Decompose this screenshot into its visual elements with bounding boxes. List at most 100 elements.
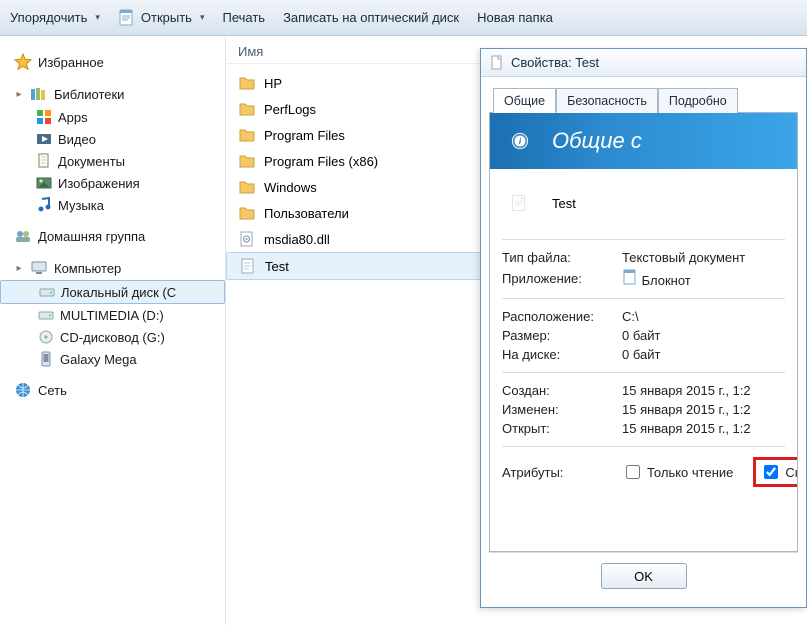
property-row: Размер: 0 байт [502,326,785,345]
drive-d-label: MULTIMEDIA (D:) [60,308,164,323]
tab-general[interactable]: Общие [493,88,556,113]
property-value: 15 января 2015 г., 1:2 [622,402,751,417]
sidebar-item-favorites[interactable]: Избранное [0,50,225,74]
ok-button[interactable]: OK [601,563,687,589]
sidebar-item-homegroup[interactable]: Домашняя группа [0,224,225,248]
sidebar-item-galaxy-mega[interactable]: Galaxy Mega [0,348,225,370]
property-value: Блокнот [622,269,691,288]
tab-strip: Общие Безопасность Подробно [493,87,798,112]
sidebar-item-local-disk-c[interactable]: Локальный диск (C [0,280,225,304]
phone-icon [38,351,54,367]
sidebar-item-apps[interactable]: Apps [0,106,225,128]
sidebar-item-computer[interactable]: ▸ Компьютер [0,256,225,280]
network-label: Сеть [38,383,67,398]
open-button[interactable]: Открыть [118,9,205,27]
sidebar-item-pictures[interactable]: Изображения [0,172,225,194]
cd-icon [38,329,54,345]
expand-icon[interactable]: ▸ [14,263,24,274]
property-value: 15 января 2015 г., 1:2 [622,421,751,436]
notepad-icon [622,269,638,285]
favorites-label: Избранное [38,55,104,70]
attributes-label: Атрибуты: [502,465,612,480]
sidebar-item-network[interactable]: Сеть [0,378,225,402]
file-name: Пользователи [264,206,349,221]
dll-icon [238,230,256,248]
galaxy-label: Galaxy Mega [60,352,137,367]
documents-icon [36,153,52,169]
burn-button[interactable]: Записать на оптический диск [283,10,459,25]
open-label: Открыть [141,10,192,25]
property-row: Тип файла: Текстовый документ [502,248,785,267]
file-name: HP [264,76,282,91]
folder-icon [238,126,256,144]
filename-input[interactable] [550,195,785,212]
explorer-toolbar: Упорядочить Открыть Печать Записать на о… [0,0,807,36]
dialog-titlebar[interactable]: Свойства: Test [481,49,806,77]
pictures-label: Изображения [58,176,140,191]
property-key: На диске: [502,347,612,362]
libraries-icon [30,85,48,103]
burn-label: Записать на оптический диск [283,10,459,25]
property-value: 0 байт [622,328,660,343]
file-name: msdia80.dll [264,232,330,247]
folder-icon [238,178,256,196]
drive-g-label: CD-дисковод (G:) [60,330,165,345]
hidden-checkbox[interactable]: Скр [760,462,798,482]
property-key: Приложение: [502,271,612,286]
music-label: Музыка [58,198,104,213]
property-key: Размер: [502,328,612,343]
info-icon: i [500,121,540,161]
property-row: Открыт:15 января 2015 г., 1:2 [502,419,785,438]
property-key: Тип файла: [502,250,612,265]
folder-icon [238,74,256,92]
property-row: Приложение: Блокнот [502,267,785,290]
sidebar-item-music[interactable]: Музыка [0,194,225,216]
property-row: На диске: 0 байт [502,345,785,364]
folder-icon [238,204,256,222]
properties-dialog: Свойства: Test Общие Безопасность Подроб… [480,48,807,608]
dialog-title: Свойства: Test [511,55,599,70]
readonly-label: Только чтение [647,465,733,480]
print-button[interactable]: Печать [222,10,265,25]
folder-icon [238,100,256,118]
file-name: Windows [264,180,317,195]
nav-tree: Избранное ▸ Библиотеки Apps Видео Докуме… [0,36,226,625]
apps-icon [36,109,52,125]
property-key: Расположение: [502,309,612,324]
property-value: 15 января 2015 г., 1:2 [622,383,751,398]
sidebar-item-cdrom-g[interactable]: CD-дисковод (G:) [0,326,225,348]
newfolder-label: Новая папка [477,10,553,25]
sidebar-item-multimedia-d[interactable]: MULTIMEDIA (D:) [0,304,225,326]
property-row: Создан:15 января 2015 г., 1:2 [502,381,785,400]
txt-large-icon [502,183,536,223]
organize-label: Упорядочить [10,10,87,25]
file-name: PerfLogs [264,102,316,117]
expand-icon[interactable]: ▸ [14,89,24,100]
highlight-box: Скр [753,457,798,487]
sidebar-item-libraries[interactable]: ▸ Библиотеки [0,82,225,106]
pictures-icon [36,175,52,191]
music-icon [36,197,52,213]
file-name: Program Files [264,128,345,143]
documents-label: Документы [58,154,125,169]
drive-icon [38,307,54,323]
tab-security[interactable]: Безопасность [556,88,658,113]
homegroup-label: Домашняя группа [38,229,145,244]
print-label: Печать [222,10,265,25]
organize-button[interactable]: Упорядочить [10,10,100,25]
readonly-checkbox[interactable]: Только чтение [622,462,733,482]
hidden-label: Скр [785,465,798,480]
star-icon [14,53,32,71]
tab-details[interactable]: Подробно [658,88,738,113]
sidebar-item-documents[interactable]: Документы [0,150,225,172]
newfolder-button[interactable]: Новая папка [477,10,553,25]
property-row: Расположение:C:\ [502,307,785,326]
video-label: Видео [58,132,96,147]
properties-banner: i Общие с [490,113,797,169]
property-value: Текстовый документ [622,250,745,265]
notepad-icon [118,9,136,27]
sidebar-item-video[interactable]: Видео [0,128,225,150]
dialog-buttons: OK [489,552,798,599]
property-value: 0 байт [622,347,660,362]
libraries-label: Библиотеки [54,87,124,102]
